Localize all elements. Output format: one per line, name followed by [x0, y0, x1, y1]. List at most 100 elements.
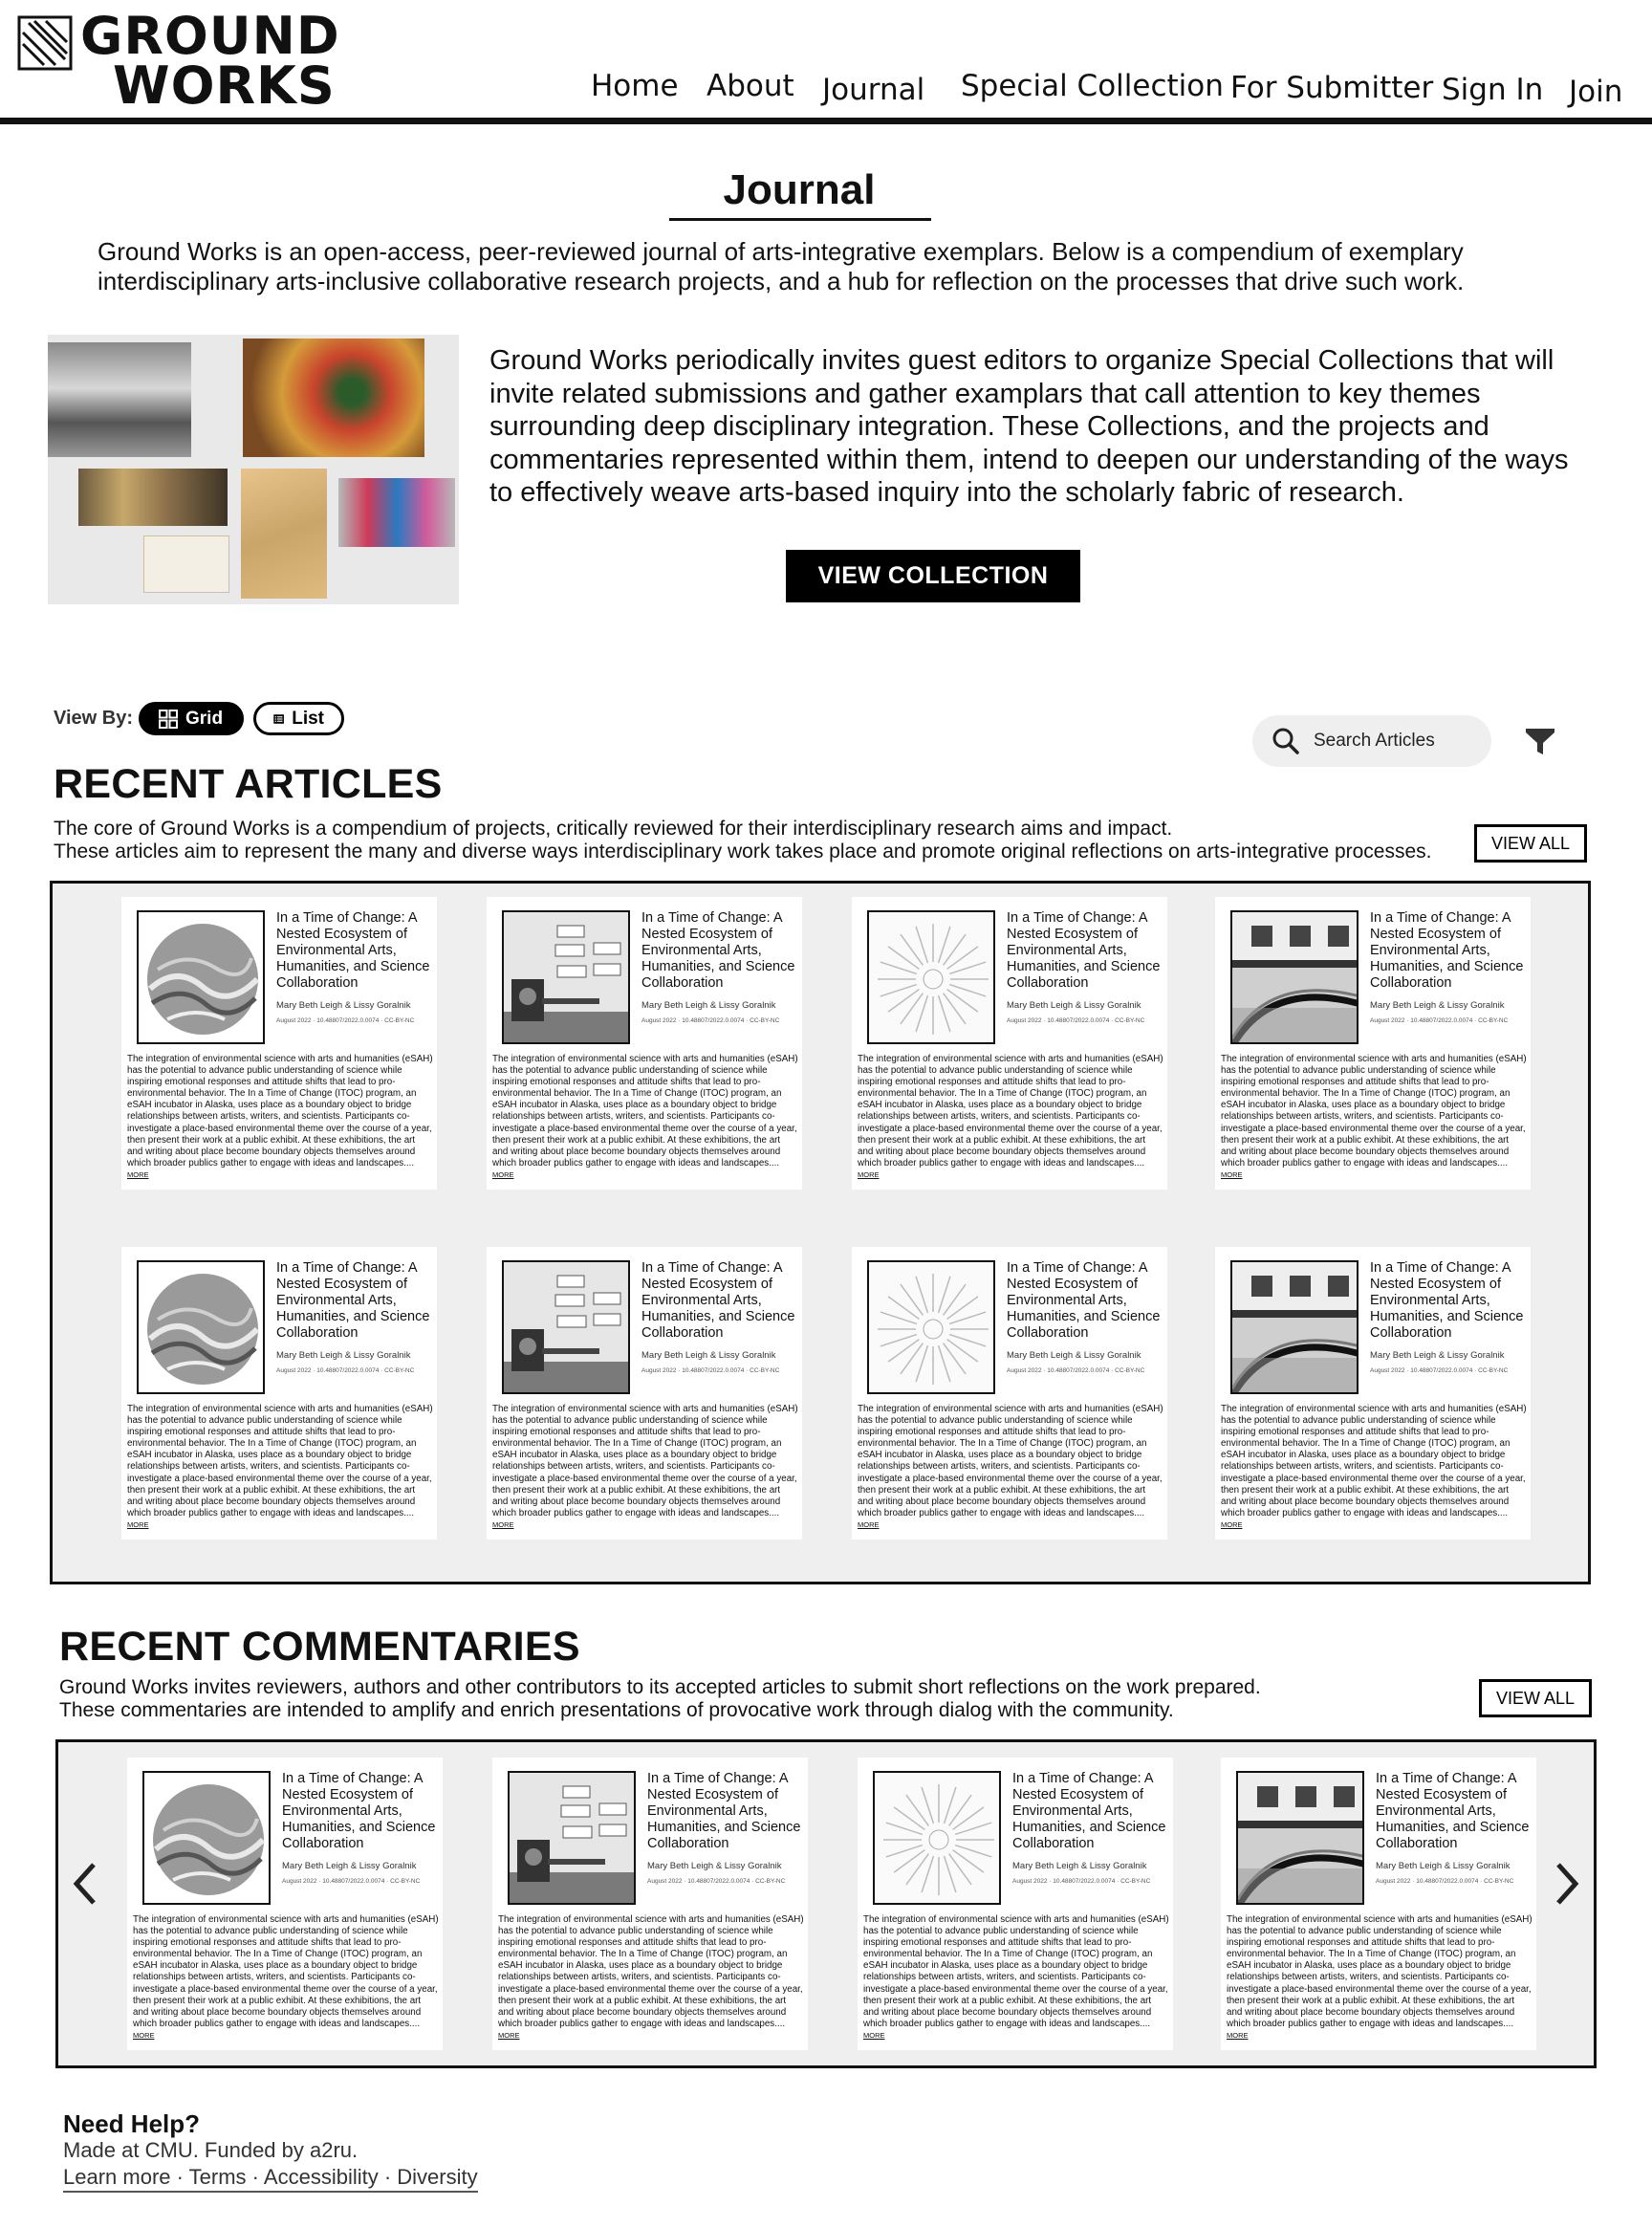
view-collection-button[interactable]: VIEW COLLECTION [786, 550, 1080, 602]
card-abstract: The integration of environmental science… [127, 1054, 433, 1179]
card-authors: Mary Beth Leigh & Lissy Goralnik [647, 1861, 782, 1871]
nav-home[interactable]: Home [591, 69, 679, 103]
page-title: Journal [723, 166, 876, 213]
card-abstract: The integration of environmental science… [863, 1914, 1169, 2040]
card-abstract: The integration of environmental science… [498, 1914, 804, 2040]
footer-link-diversity[interactable]: Diversity [397, 2165, 477, 2189]
card-meta: August 2022 · 10.48807/2022.0.0074 · CC-… [276, 1367, 415, 1374]
card-authors: Mary Beth Leigh & Lissy Goralnik [1376, 1861, 1511, 1871]
grid-icon [159, 709, 178, 729]
list-label: List [292, 708, 324, 729]
card-thumbnail [137, 1260, 265, 1394]
card-authors: Mary Beth Leigh & Lissy Goralnik [641, 1000, 776, 1011]
card-authors: Mary Beth Leigh & Lissy Goralnik [276, 1350, 411, 1361]
card-meta: August 2022 · 10.48807/2022.0.0074 · CC-… [1007, 1017, 1145, 1024]
card-more-link[interactable]: MORE [858, 1520, 880, 1529]
card-more-link[interactable]: MORE [127, 1520, 149, 1529]
card-authors: Mary Beth Leigh & Lissy Goralnik [1370, 1350, 1505, 1361]
card-title: In a Time of Change: A Nested Ecosystem … [1007, 1260, 1161, 1341]
articles-grid-panel: In a Time of Change: A Nested Ecosystem … [50, 881, 1591, 1584]
commentaries-carousel-panel: In a Time of Change: A Nested Ecosystem … [55, 1739, 1597, 2068]
carousel-next-chevron-right-icon[interactable] [1547, 1859, 1585, 1909]
card-thumbnail [1230, 1260, 1359, 1394]
article-card[interactable]: In a Time of Change: A Nested Ecosystem … [487, 1247, 802, 1540]
card-thumbnail [867, 910, 995, 1044]
card-title: In a Time of Change: A Nested Ecosystem … [641, 910, 795, 991]
commentary-card[interactable]: In a Time of Change: A Nested Ecosystem … [1221, 1758, 1536, 2050]
card-more-link[interactable]: MORE [1221, 1520, 1243, 1529]
commentary-card[interactable]: In a Time of Change: A Nested Ecosystem … [492, 1758, 808, 2050]
card-more-link[interactable]: MORE [498, 2031, 520, 2040]
article-card[interactable]: In a Time of Change: A Nested Ecosystem … [852, 897, 1167, 1190]
special-collection-collage[interactable] [48, 335, 459, 604]
card-authors: Mary Beth Leigh & Lissy Goralnik [641, 1350, 776, 1361]
recent-commentaries-title: RECENT COMMENTARIES [59, 1624, 580, 1670]
article-card[interactable]: In a Time of Change: A Nested Ecosystem … [121, 1247, 437, 1540]
articles-view-all-button[interactable]: VIEW ALL [1474, 824, 1587, 863]
carousel-prev-chevron-left-icon[interactable] [67, 1859, 105, 1909]
article-card[interactable]: In a Time of Change: A Nested Ecosystem … [487, 897, 802, 1190]
site-header: GROUND WORKS Home About Journal Special … [0, 0, 1652, 124]
footer-help-title: Need Help? [63, 2109, 201, 2138]
card-title: In a Time of Change: A Nested Ecosystem … [1376, 1771, 1530, 1851]
commentaries-view-all-button[interactable]: VIEW ALL [1479, 1679, 1592, 1717]
recent-commentaries-desc-1: Ground Works invites reviewers, authors … [59, 1676, 1261, 1698]
card-thumbnail [508, 1771, 636, 1905]
nav-about[interactable]: About [706, 69, 794, 103]
card-more-link[interactable]: MORE [492, 1520, 514, 1529]
article-card[interactable]: In a Time of Change: A Nested Ecosystem … [852, 1247, 1167, 1540]
footer-link-terms[interactable]: Terms [189, 2165, 247, 2189]
article-card[interactable]: In a Time of Change: A Nested Ecosystem … [1215, 897, 1531, 1190]
card-title: In a Time of Change: A Nested Ecosystem … [641, 1260, 795, 1341]
collage-photo-bicycles [48, 342, 191, 457]
card-title: In a Time of Change: A Nested Ecosystem … [1007, 910, 1161, 991]
card-abstract: The integration of environmental science… [133, 1914, 439, 2040]
collage-letters [143, 535, 229, 593]
card-title: In a Time of Change: A Nested Ecosystem … [282, 1771, 436, 1851]
logo-mark-icon [17, 15, 73, 71]
card-more-link[interactable]: MORE [1227, 2031, 1249, 2040]
card-more-link[interactable]: MORE [858, 1170, 880, 1179]
card-title: In a Time of Change: A Nested Ecosystem … [647, 1771, 801, 1851]
card-authors: Mary Beth Leigh & Lissy Goralnik [1370, 1000, 1505, 1011]
collage-map [241, 469, 327, 599]
article-card[interactable]: In a Time of Change: A Nested Ecosystem … [1215, 1247, 1531, 1540]
collage-manuscript [78, 469, 228, 526]
commentary-card[interactable]: In a Time of Change: A Nested Ecosystem … [127, 1758, 443, 2050]
card-title: In a Time of Change: A Nested Ecosystem … [1370, 910, 1524, 991]
footer-link-accessibility[interactable]: Accessibility [264, 2165, 379, 2189]
article-card[interactable]: In a Time of Change: A Nested Ecosystem … [121, 897, 437, 1190]
collage-painting [243, 339, 424, 457]
card-more-link[interactable]: MORE [492, 1170, 514, 1179]
nav-sign-in[interactable]: Sign In [1442, 73, 1543, 107]
card-more-link[interactable]: MORE [863, 2031, 885, 2040]
card-meta: August 2022 · 10.48807/2022.0.0074 · CC-… [647, 1878, 786, 1885]
search-box[interactable] [1252, 715, 1491, 767]
card-meta: August 2022 · 10.48807/2022.0.0074 · CC-… [1012, 1878, 1151, 1885]
nav-journal[interactable]: Journal [822, 73, 924, 107]
card-more-link[interactable]: MORE [127, 1170, 149, 1179]
card-thumbnail [142, 1771, 271, 1905]
search-input[interactable] [1314, 731, 1476, 752]
footer-links: Learn more · Terms · Accessibility · Div… [63, 2165, 478, 2193]
card-thumbnail [867, 1260, 995, 1394]
title-underline [669, 218, 931, 221]
grid-view-toggle[interactable]: Grid [139, 702, 244, 735]
footer-link-learn-more[interactable]: Learn more [63, 2165, 171, 2189]
footer-credits: Made at CMU. Funded by a2ru. [63, 2138, 359, 2162]
commentary-card[interactable]: In a Time of Change: A Nested Ecosystem … [858, 1758, 1173, 2050]
filter-icon[interactable] [1524, 725, 1556, 757]
list-view-toggle[interactable]: List [253, 702, 344, 735]
nav-for-submitter[interactable]: For Submitter [1230, 71, 1433, 105]
card-authors: Mary Beth Leigh & Lissy Goralnik [1007, 1350, 1141, 1361]
card-abstract: The integration of environmental science… [1221, 1404, 1527, 1529]
card-more-link[interactable]: MORE [133, 2031, 155, 2040]
nav-special-collection[interactable]: Special Collection [961, 69, 1224, 103]
nav-join[interactable]: Join [1569, 75, 1622, 109]
grid-label: Grid [185, 708, 224, 729]
card-abstract: The integration of environmental science… [858, 1404, 1163, 1529]
special-collection-text: Ground Works periodically invites guest … [489, 345, 1569, 508]
list-icon [273, 713, 284, 724]
card-thumbnail [873, 1771, 1001, 1905]
card-more-link[interactable]: MORE [1221, 1170, 1243, 1179]
